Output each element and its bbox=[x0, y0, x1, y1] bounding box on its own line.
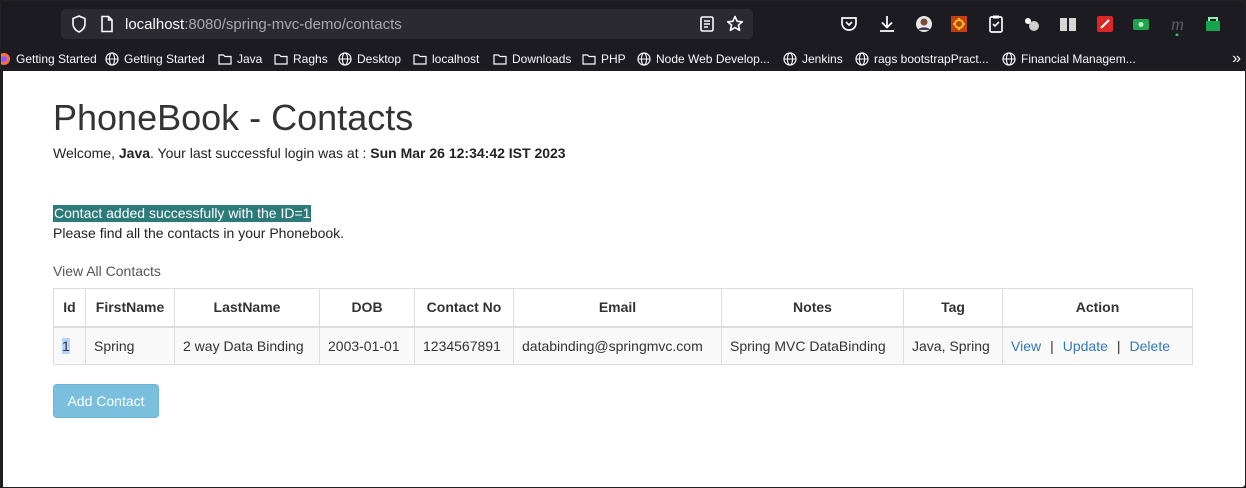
bookmark-item[interactable]: localhost bbox=[413, 50, 479, 68]
action-separator: | bbox=[1050, 337, 1054, 354]
bookmark-label: Java bbox=[237, 52, 263, 66]
cell-action: View | Update | Delete bbox=[1002, 326, 1193, 365]
folder-icon bbox=[274, 52, 288, 66]
welcome-mid: . Your last successful login was at : bbox=[150, 145, 371, 161]
bookmark-label: Downloads bbox=[512, 52, 572, 66]
welcome-message: Welcome, Java. Your last successful logi… bbox=[53, 145, 566, 161]
browser-toolbar: localhost:8080/spring-mvc-demo/contacts bbox=[1, 1, 1245, 47]
url-path: :8080/spring-mvc-demo/contacts bbox=[184, 16, 402, 33]
bookmark-item[interactable]: Raghs bbox=[274, 50, 328, 68]
bookmark-label: Node Web Develop... bbox=[656, 52, 770, 66]
bookmark-item[interactable]: Getting Started bbox=[105, 50, 205, 68]
cell-email: databinding@springmvc.com bbox=[513, 326, 722, 365]
action-separator: | bbox=[1116, 337, 1121, 354]
folder-icon bbox=[218, 52, 232, 66]
globe-icon bbox=[637, 52, 651, 66]
account-avatar-icon[interactable] bbox=[912, 12, 936, 36]
cell-tag: Java, Spring bbox=[903, 326, 1003, 365]
folder-icon bbox=[582, 52, 596, 66]
info-message: Please find all the contacts in your Pho… bbox=[53, 225, 345, 241]
bookmark-label: localhost bbox=[432, 52, 480, 66]
url-text[interactable]: localhost:8080/spring-mvc-demo/contacts bbox=[125, 16, 402, 33]
globe-icon bbox=[855, 52, 869, 66]
bookmark-label: Jenkins bbox=[802, 52, 843, 66]
pocket-icon[interactable] bbox=[837, 12, 861, 36]
bookmark-item[interactable]: Jenkins bbox=[783, 50, 843, 68]
view-all-contacts-link[interactable]: View All Contacts bbox=[53, 263, 161, 279]
page-icon[interactable] bbox=[97, 14, 117, 34]
selected-id-text: 1 bbox=[62, 337, 70, 354]
cell-id: 1 bbox=[53, 326, 86, 365]
bookmark-label: PHP bbox=[601, 52, 626, 66]
clipboard-icon[interactable] bbox=[984, 12, 1008, 36]
view-link[interactable]: View bbox=[1011, 338, 1041, 354]
globe-icon bbox=[1002, 52, 1016, 66]
column-header-contact-no: Contact No bbox=[414, 288, 514, 328]
bookmark-item[interactable]: Desktop bbox=[338, 50, 401, 68]
bookmark-label: Getting Started bbox=[16, 52, 97, 66]
cell-notes: Spring MVC DataBinding bbox=[721, 326, 904, 365]
contacts-table: Id FirstName LastName DOB Contact No Ema… bbox=[53, 288, 1193, 365]
column-header-id: Id bbox=[53, 288, 86, 328]
column-header-action: Action bbox=[1002, 288, 1193, 328]
bookmark-item[interactable]: Java bbox=[218, 50, 262, 68]
browser-window: localhost:8080/spring-mvc-demo/contacts bbox=[0, 0, 1246, 488]
bookmarks-bar: Getting Started Getting Started Java Rag… bbox=[1, 47, 1245, 71]
bookmark-item[interactable]: Node Web Develop... bbox=[637, 50, 770, 68]
cell-contact-no: 1234567891 bbox=[414, 326, 514, 365]
globe-icon bbox=[783, 52, 797, 66]
page-content: PhoneBook - Contacts Welcome, Java. Your… bbox=[3, 71, 1245, 487]
bookmark-item[interactable]: Downloads bbox=[493, 50, 571, 68]
bookmark-item[interactable]: PHP bbox=[582, 50, 626, 68]
delete-link[interactable]: Delete bbox=[1130, 338, 1170, 354]
update-link[interactable]: Update bbox=[1063, 338, 1108, 354]
welcome-prefix: Welcome, bbox=[53, 145, 119, 161]
pencil-extension-icon[interactable] bbox=[1093, 12, 1117, 36]
cell-firstname: Spring bbox=[85, 326, 175, 365]
column-header-lastname: LastName bbox=[174, 288, 320, 328]
globe-icon bbox=[338, 52, 352, 66]
firefox-icon bbox=[1, 52, 11, 66]
column-header-notes: Notes bbox=[721, 288, 904, 328]
bookmark-item[interactable]: Getting Started bbox=[1, 50, 97, 68]
bookmark-star-icon[interactable] bbox=[725, 14, 745, 34]
bookmark-label: Getting Started bbox=[124, 52, 205, 66]
bookmark-item[interactable]: rags bootstrapPract... bbox=[855, 50, 989, 68]
cell-lastname: 2 way Data Binding bbox=[174, 326, 320, 365]
more-bookmarks-chevron-icon[interactable]: » bbox=[1232, 50, 1241, 68]
download-icon[interactable] bbox=[875, 12, 899, 36]
bookmark-label: Raghs bbox=[293, 52, 328, 66]
globe-icon bbox=[105, 52, 119, 66]
page-title: PhoneBook - Contacts bbox=[53, 97, 414, 138]
column-header-email: Email bbox=[513, 288, 722, 328]
folder-icon bbox=[413, 52, 427, 66]
url-host: localhost bbox=[125, 16, 185, 33]
shield-icon[interactable] bbox=[69, 14, 89, 34]
bookmark-item[interactable]: Financial Managem... bbox=[1002, 50, 1136, 68]
column-header-dob: DOB bbox=[319, 288, 415, 328]
svg-text:m: m bbox=[1171, 14, 1184, 34]
reader-view-icon[interactable] bbox=[697, 14, 717, 34]
column-header-tag: Tag bbox=[903, 288, 1003, 328]
green-extension-icon[interactable] bbox=[1201, 12, 1225, 36]
welcome-user: Java bbox=[118, 145, 151, 161]
table-row: 1 Spring 2 way Data Binding 2003-01-01 1… bbox=[53, 326, 1193, 365]
extension-pieces-icon[interactable] bbox=[1020, 12, 1044, 36]
m-extension-icon[interactable]: m bbox=[1165, 12, 1189, 37]
table-header-row: Id FirstName LastName DOB Contact No Ema… bbox=[53, 288, 1193, 328]
bookmark-label: rags bootstrapPract... bbox=[874, 52, 989, 66]
address-bar[interactable]: localhost:8080/spring-mvc-demo/contacts bbox=[61, 9, 753, 39]
cell-dob: 2003-01-01 bbox=[319, 326, 415, 365]
success-message: Contact added successfully with the ID=1 bbox=[53, 205, 312, 222]
bookmark-label: Desktop bbox=[357, 52, 402, 66]
money-extension-icon[interactable] bbox=[1129, 12, 1153, 36]
folder-icon bbox=[493, 52, 507, 66]
library-icon[interactable] bbox=[1056, 12, 1080, 36]
extension-settings-icon[interactable] bbox=[947, 12, 971, 36]
column-header-firstname: FirstName bbox=[85, 288, 175, 328]
add-contact-button[interactable]: Add Contact bbox=[53, 384, 159, 418]
toolbar-icons: m bbox=[837, 12, 1237, 37]
last-login-time: Sun Mar 26 12:34:42 IST 2023 bbox=[370, 145, 566, 161]
bookmark-label: Financial Managem... bbox=[1021, 52, 1136, 66]
